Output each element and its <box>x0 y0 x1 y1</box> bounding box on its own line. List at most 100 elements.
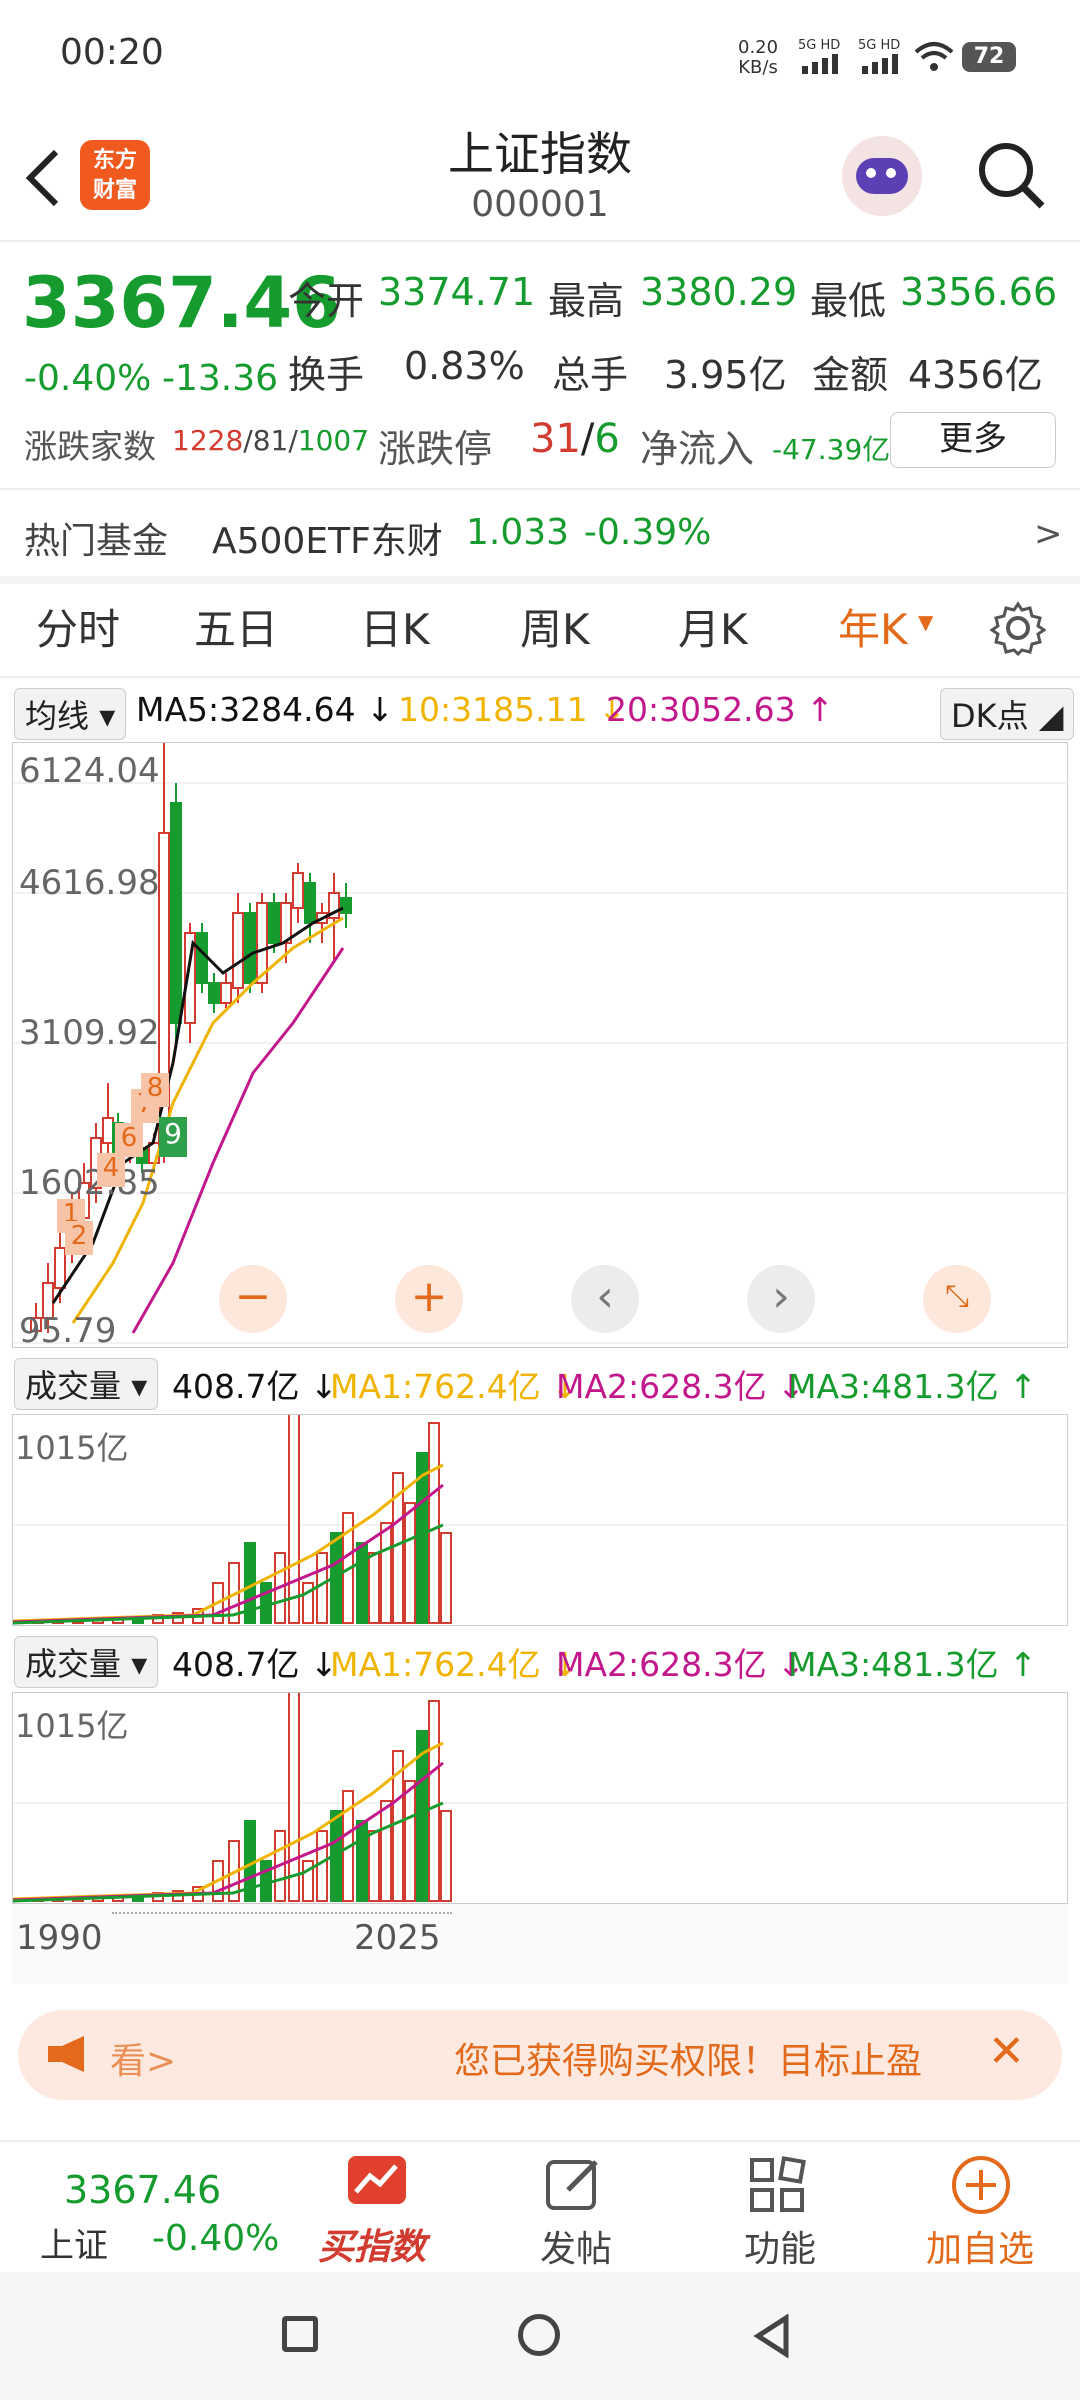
volume-max-label: 1015亿 <box>15 1429 129 1467</box>
vol-ma3: MA3:481.3亿 ↑ <box>788 1367 1037 1406</box>
kline-svg <box>13 743 1069 1344</box>
status-bar: 00:20 0.20 KB/s 5G HD 5G HD 72 <box>0 0 1080 110</box>
turnover-value: 0.83% <box>404 344 525 388</box>
promo-banner[interactable]: 看> 您已获得购买权限！目标止盈 ✕ <box>18 2010 1062 2100</box>
limit-label: 涨跌停 <box>378 427 493 471</box>
bottom-change: -0.40% <box>152 2218 280 2259</box>
ma5-value: MA5:3284.64 ↓ <box>136 690 394 729</box>
high-label: 最高 <box>548 279 625 323</box>
more-button[interactable]: 更多 <box>890 412 1056 468</box>
volume-svg-2 <box>12 1690 1069 1903</box>
zoom-in-button[interactable]: + <box>395 1265 463 1333</box>
fund-price: 1.033 <box>466 512 570 553</box>
y-label-2: 4616.98 <box>19 863 160 903</box>
fullscreen-icon[interactable]: ⤡ <box>923 1265 991 1333</box>
banner-text: 您已获得购买权限！目标止盈 <box>454 2041 923 2082</box>
volume-value: 408.7亿 ↓ <box>172 1367 338 1406</box>
signal-bars-icon-2 <box>862 54 898 74</box>
network-speed: 0.20 KB/s <box>738 37 779 78</box>
bottom-price[interactable]: 3367.46 <box>64 2168 221 2212</box>
vol-ma2-2: MA2:628.3亿 ↓ <box>556 1645 805 1684</box>
volume-value-2: 408.7亿 ↓ <box>172 1645 338 1684</box>
fund-name[interactable]: A500ETF东财 <box>212 512 443 564</box>
tab-weekly[interactable]: 周K <box>520 596 590 657</box>
period-tabs: 分时 五日 日K 周K 月K 年K ▼ <box>0 596 1080 666</box>
post-button[interactable]: 发帖 <box>540 2220 612 2272</box>
system-nav-bar <box>0 2272 1080 2400</box>
tab-intraday[interactable]: 分时 <box>36 596 120 657</box>
add-watchlist-button[interactable]: 加自选 <box>926 2220 1034 2272</box>
event-marker[interactable]: 8 <box>141 1073 169 1107</box>
open-value: 3374.71 <box>378 270 536 314</box>
change-amount: -13.36 <box>162 358 279 399</box>
trend-chart-icon <box>348 2156 406 2204</box>
event-marker[interactable]: 9 <box>159 1117 187 1157</box>
ma10-value: 10:3185.11 ↓ <box>398 690 626 729</box>
apps-grid-icon <box>750 2156 806 2212</box>
settings-gear-icon[interactable] <box>990 600 1046 656</box>
event-marker[interactable]: 6 <box>115 1123 143 1157</box>
fund-arrow-icon[interactable]: > <box>1034 514 1063 554</box>
x-axis: 1990 2025 <box>12 1904 1068 1984</box>
dk-point-dropdown[interactable]: DK点 ◢ <box>940 688 1075 740</box>
volume-selector-dropdown[interactable]: 成交量 ▾ <box>14 1358 159 1410</box>
volume-value: 3.95亿 <box>664 353 787 397</box>
vol-ma1-2: MA1:762.4亿 ↓ <box>330 1645 579 1684</box>
volume-chart[interactable]: 1015亿 <box>12 1412 1069 1626</box>
fund-change: -0.39% <box>584 512 712 553</box>
volume-chart-2[interactable]: 1015亿 <box>12 1690 1069 1904</box>
breadth-values: 1228/81/1007 <box>172 424 370 457</box>
zoom-out-button[interactable]: − <box>219 1265 287 1333</box>
breadth-label: 涨跌家数 <box>24 427 156 466</box>
volume-selector-dropdown-2[interactable]: 成交量 ▾ <box>14 1636 159 1688</box>
robot-assistant-icon[interactable] <box>842 136 922 216</box>
low-value: 3356.66 <box>900 270 1058 314</box>
amount-value: 4356亿 <box>908 353 1043 397</box>
bottom-nav: 3367.46 上证 -0.40% 买指数 发帖 功能 加自选 <box>0 2140 1080 2270</box>
y-label-5: 95.79 <box>19 1311 117 1351</box>
y-label-3: 3109.92 <box>19 1013 160 1053</box>
open-label: 今开 <box>288 279 365 323</box>
netflow-value: -47.39亿 <box>772 433 891 466</box>
volume-svg <box>12 1412 1069 1625</box>
volume-label: 总手 <box>552 353 629 397</box>
megaphone-icon <box>48 2036 84 2072</box>
change-percent: -0.40% <box>24 358 152 399</box>
tab-monthly[interactable]: 月K <box>678 596 748 657</box>
turnover-label: 换手 <box>288 353 365 397</box>
tab-yearly[interactable]: 年K <box>838 596 908 657</box>
event-marker[interactable]: 4 <box>97 1153 125 1187</box>
y-label-4: 1602.85 <box>19 1163 160 1203</box>
scroll-right-button[interactable]: › <box>747 1265 815 1333</box>
tab-daily[interactable]: 日K <box>360 596 430 657</box>
x-label-end: 2025 <box>354 1918 441 1958</box>
back-nav-icon[interactable] <box>752 2314 792 2358</box>
event-marker[interactable]: 2 <box>65 1221 93 1255</box>
volume-max-label-2: 1015亿 <box>15 1707 129 1745</box>
vol-ma1: MA1:762.4亿 ↓ <box>330 1367 579 1406</box>
tab-dropdown-icon: ▼ <box>918 610 934 634</box>
signal-icon: 5G HD <box>798 38 841 53</box>
search-icon[interactable] <box>976 140 1048 212</box>
limit-values: 31/6 <box>530 416 620 462</box>
home-icon[interactable] <box>518 2314 560 2356</box>
battery-icon: 72 <box>962 42 1016 72</box>
y-label-1: 6124.04 <box>19 751 160 791</box>
vol-ma2: MA2:628.3亿 ↓ <box>556 1367 805 1406</box>
banner-view-link[interactable]: 看> <box>110 2032 176 2084</box>
ma-selector-dropdown[interactable]: 均线 ▾ <box>14 688 127 740</box>
kline-chart[interactable]: 6124.04 4616.98 3109.92 1602.85 95.79 1 … <box>12 742 1069 1351</box>
ma20-value: 20:3052.63 ↑ <box>606 690 834 729</box>
function-button[interactable]: 功能 <box>744 2220 816 2272</box>
tab-5day[interactable]: 五日 <box>194 596 278 657</box>
status-time: 00:20 <box>60 32 164 73</box>
buy-index-button[interactable]: 买指数 <box>318 2218 426 2270</box>
close-icon[interactable]: ✕ <box>988 2026 1025 2077</box>
hot-fund-label: 热门基金 <box>24 521 169 562</box>
amount-label: 金额 <box>812 353 889 397</box>
signal-icon-2: 5G HD <box>858 38 901 53</box>
scroll-left-button[interactable]: ‹ <box>571 1265 639 1333</box>
recent-apps-icon[interactable] <box>282 2316 318 2352</box>
vol-ma3-2: MA3:481.3亿 ↑ <box>788 1645 1037 1684</box>
signal-bars-icon <box>802 54 838 74</box>
